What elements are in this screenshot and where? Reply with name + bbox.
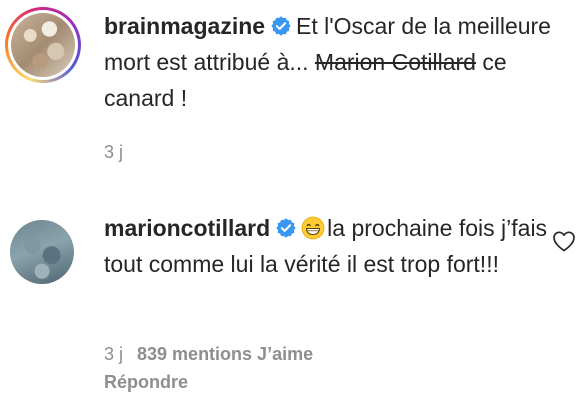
username-link[interactable]: marioncotillard bbox=[104, 215, 270, 241]
grinning-face-emoji-icon bbox=[301, 216, 325, 240]
likes-count-link[interactable]: 839 mentions J’aime bbox=[137, 344, 313, 364]
timestamp[interactable]: 3 j bbox=[104, 344, 123, 364]
reply-button[interactable]: Répondre bbox=[104, 372, 188, 393]
heart-outline-icon[interactable] bbox=[552, 230, 576, 252]
verified-badge-icon bbox=[271, 16, 291, 36]
comment-text: marioncotillard la prochaine fois j’fais… bbox=[104, 210, 564, 282]
avatar[interactable] bbox=[10, 220, 74, 284]
timestamp[interactable]: 3 j bbox=[104, 142, 123, 162]
comment-meta: 3 j 839 mentions J’aime bbox=[104, 344, 313, 365]
comments-panel: brainmagazine Et l'Oscar de la meilleure… bbox=[0, 0, 582, 400]
verified-badge-icon bbox=[276, 218, 296, 238]
avatar[interactable] bbox=[11, 13, 75, 77]
comment-meta: 3 j bbox=[104, 142, 137, 163]
comment-text: brainmagazine Et l'Oscar de la meilleure… bbox=[104, 8, 564, 116]
username-link[interactable]: brainmagazine bbox=[104, 13, 265, 39]
avatar-story-ring[interactable] bbox=[5, 7, 81, 83]
comment-strikethrough: Marion Cotillard bbox=[314, 49, 476, 75]
